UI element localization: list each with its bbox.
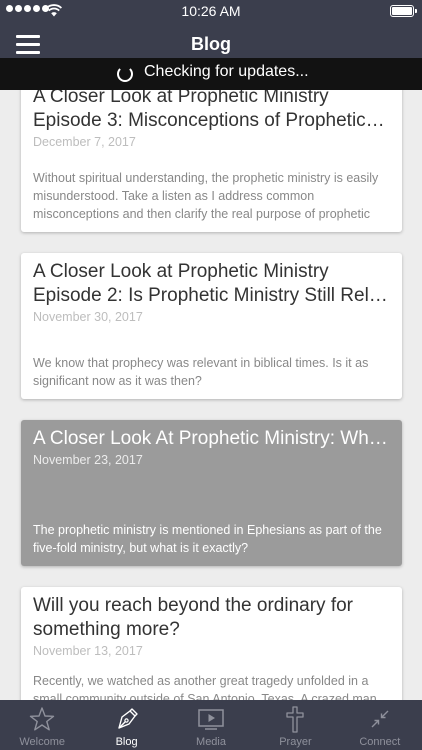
post-title: A Closer Look at Prophetic Ministry Epis…	[33, 90, 385, 131]
post-excerpt: Recently, we watched as another great tr…	[33, 674, 377, 700]
post-date: November 30, 2017	[33, 310, 143, 324]
blog-post-card-selected[interactable]: A Closer Look At Prophetic Ministry: Wh……	[21, 420, 402, 566]
tab-label: Media	[196, 736, 226, 748]
star-icon	[30, 707, 55, 731]
tab-connect[interactable]: Connect	[338, 700, 422, 750]
update-status-text: Checking for updates...	[144, 63, 309, 80]
page-title: Blog	[191, 34, 231, 54]
tab-prayer[interactable]: Prayer	[253, 700, 337, 750]
compress-arrows-icon	[371, 710, 389, 728]
loading-spinner-icon	[117, 66, 133, 82]
status-time: 10:26 AM	[181, 3, 241, 19]
tab-bar: Welcome Blog Media Prayer Connect	[0, 700, 422, 750]
tab-blog[interactable]: Blog	[84, 700, 168, 750]
post-excerpt: The prophetic ministry is mentioned in E…	[33, 523, 382, 555]
post-date: December 7, 2017	[33, 135, 136, 149]
blog-feed[interactable]: A Closer Look at Prophetic Ministry Epis…	[0, 90, 422, 700]
post-excerpt: Without spiritual understanding, the pro…	[33, 171, 379, 221]
status-bar: 10:26 AM	[0, 0, 422, 22]
pen-nib-icon	[117, 708, 138, 729]
cross-icon	[286, 706, 305, 733]
post-date: November 13, 2017	[33, 644, 143, 658]
blog-post-card[interactable]: A Closer Look at Prophetic Ministry Epis…	[21, 253, 402, 399]
tab-label: Prayer	[279, 736, 312, 748]
tab-label: Welcome	[19, 736, 66, 748]
blog-post-card[interactable]: A Closer Look at Prophetic Ministry Epis…	[21, 90, 402, 232]
tab-label: Connect	[359, 736, 401, 748]
battery-icon	[390, 5, 417, 17]
tab-media[interactable]: Media	[169, 700, 253, 750]
play-screen-icon	[198, 709, 224, 730]
post-date: November 23, 2017	[33, 453, 143, 467]
tab-welcome[interactable]: Welcome	[0, 700, 84, 750]
tab-label: Blog	[115, 736, 138, 748]
post-title: A Closer Look At Prophetic Ministry: Wh…	[33, 428, 388, 449]
update-banner: Checking for updates...	[0, 58, 422, 90]
post-title: Will you reach beyond the ordinary for s…	[33, 595, 353, 640]
blog-post-card[interactable]: Will you reach beyond the ordinary for s…	[21, 587, 402, 700]
post-excerpt: We know that prophecy was relevant in bi…	[33, 356, 369, 388]
post-title: A Closer Look at Prophetic Ministry Epis…	[33, 261, 388, 306]
